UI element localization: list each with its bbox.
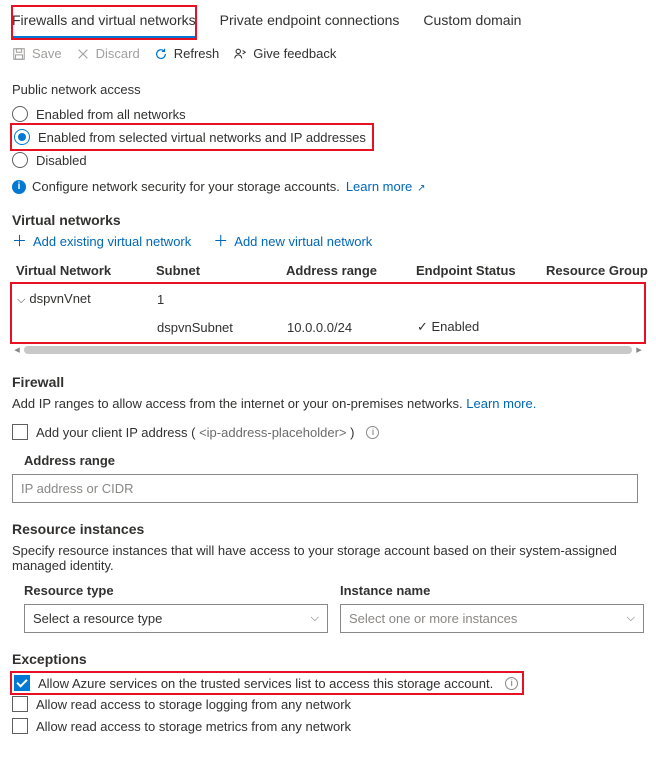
checkbox-icon (14, 675, 30, 691)
resource-type-value: Select a resource type (33, 611, 162, 626)
add-new-vnet-button[interactable]: ＋ Add new virtual network (213, 234, 372, 249)
plus-icon: ＋ (12, 234, 27, 249)
save-button[interactable]: Save (12, 46, 62, 61)
horizontal-scrollbar[interactable]: ◂ ▸ (12, 344, 644, 356)
resources-desc: Specify resource instances that will hav… (12, 543, 644, 573)
chevron-down-icon: ⌵ (311, 612, 319, 625)
radio-selected-networks[interactable]: Enabled from selected virtual networks a… (12, 125, 372, 149)
external-icon: ↗ (414, 183, 425, 194)
close-icon (76, 47, 90, 61)
radio-icon (12, 152, 28, 168)
feedback-icon (233, 47, 247, 61)
instance-name-dropdown[interactable]: Select one or more instances ⌵ (340, 604, 644, 633)
checkbox-icon (12, 718, 28, 734)
exception-logging-row[interactable]: Allow read access to storage logging fro… (12, 693, 644, 715)
checkbox-icon (12, 424, 28, 440)
client-ip-value: <ip-address-placeholder> (199, 425, 346, 440)
scroll-right-icon: ▸ (634, 344, 644, 356)
chevron-down-icon: ⌵ (627, 612, 635, 625)
address-cell: 10.0.0.0/24 (287, 320, 417, 335)
exception-trusted-row[interactable]: Allow Azure services on the trusted serv… (12, 673, 522, 693)
radio-icon (14, 129, 30, 145)
radio-disabled[interactable]: Disabled (12, 149, 644, 171)
radio-icon (12, 106, 28, 122)
address-range-label: Address range (24, 453, 644, 468)
save-label: Save (32, 46, 62, 61)
scroll-track (24, 346, 632, 354)
col-endpoint: Endpoint Status (416, 263, 546, 278)
scroll-left-icon: ◂ (12, 344, 22, 356)
add-new-label: Add new virtual network (234, 234, 372, 249)
add-client-ip-checkbox-row[interactable]: Add your client IP address ( <ip-address… (12, 421, 644, 443)
resources-row: Resource type Select a resource type ⌵ I… (12, 583, 644, 633)
info-text: Configure network security for your stor… (32, 179, 340, 194)
subnet-cell: dspvnSubnet (157, 320, 287, 335)
vnet-name: dspvnVnet (29, 291, 90, 306)
firewall-learn-more-link[interactable]: Learn more. (466, 396, 536, 411)
resource-type-label: Resource type (24, 583, 328, 598)
vnet-add-row: ＋ Add existing virtual network ＋ Add new v… (12, 234, 644, 249)
add-client-prefix: Add your client IP address ( (36, 425, 199, 440)
refresh-button[interactable]: Refresh (154, 46, 220, 61)
resources-heading: Resource instances (12, 521, 644, 537)
tabs-bar: Firewalls and virtual networks Private e… (0, 0, 656, 40)
info-row: i Configure network security for your st… (12, 179, 644, 194)
discard-button[interactable]: Discard (76, 46, 140, 61)
firewall-desc: Add IP ranges to allow access from the i… (12, 396, 644, 411)
discard-label: Discard (96, 46, 140, 61)
vnet-name-cell: ⌵ dspvnVnet (17, 291, 157, 307)
table-row[interactable]: ⌵ dspvnVnet 1 (13, 285, 643, 313)
info-circle-icon[interactable]: i (505, 677, 518, 690)
tab-private-endpoints[interactable]: Private endpoint connections (220, 6, 400, 39)
resource-type-dropdown[interactable]: Select a resource type ⌵ (24, 604, 328, 633)
col-rg: Resource Group (546, 263, 656, 278)
subnet-count-cell: 1 (157, 292, 287, 307)
add-existing-label: Add existing virtual network (33, 234, 191, 249)
table-row[interactable]: dspvnSubnet 10.0.0.0/24 Enabled (13, 313, 643, 341)
tab-firewalls[interactable]: Firewalls and virtual networks (12, 6, 196, 39)
radio-disabled-label: Disabled (36, 153, 87, 168)
col-subnet: Subnet (156, 263, 286, 278)
add-existing-vnet-button[interactable]: ＋ Add existing virtual network (12, 234, 191, 249)
toolbar: Save Discard Refresh Give feedback (0, 40, 656, 68)
feedback-button[interactable]: Give feedback (233, 46, 336, 61)
chevron-down-icon: ⌵ (17, 294, 25, 307)
radio-all-networks[interactable]: Enabled from all networks (12, 103, 644, 125)
vnet-table: Virtual Network Subnet Address range End… (12, 257, 644, 342)
exception-metrics-label: Allow read access to storage metrics fro… (36, 719, 351, 734)
refresh-label: Refresh (174, 46, 220, 61)
exception-metrics-row[interactable]: Allow read access to storage metrics fro… (12, 715, 644, 737)
feedback-label: Give feedback (253, 46, 336, 61)
exception-logging-label: Allow read access to storage logging fro… (36, 697, 351, 712)
tab-custom-domain[interactable]: Custom domain (423, 6, 521, 39)
firewall-heading: Firewall (12, 374, 644, 390)
save-icon (12, 47, 26, 61)
refresh-icon (154, 47, 168, 61)
checkbox-icon (12, 696, 28, 712)
col-address: Address range (286, 263, 416, 278)
add-client-suffix: ) (347, 425, 355, 440)
add-client-ip-label: Add your client IP address ( <ip-address… (36, 425, 354, 440)
vnet-table-header: Virtual Network Subnet Address range End… (12, 257, 644, 284)
vnet-row-group: ⌵ dspvnVnet 1 dspvnSubnet 10.0.0.0/24 Ena… (12, 284, 644, 342)
learn-more-label: Learn more (346, 179, 412, 194)
exceptions-heading: Exceptions (12, 651, 644, 667)
vnet-heading: Virtual networks (12, 212, 644, 228)
learn-more-link[interactable]: Learn more ↗ (346, 179, 426, 194)
endpoint-cell: Enabled (417, 319, 547, 335)
info-icon: i (12, 180, 26, 194)
public-access-heading: Public network access (12, 82, 644, 97)
instance-name-label: Instance name (340, 583, 644, 598)
firewall-desc-text: Add IP ranges to allow access from the i… (12, 396, 463, 411)
plus-icon: ＋ (213, 234, 228, 249)
col-network: Virtual Network (16, 263, 156, 278)
exception-trusted-label: Allow Azure services on the trusted serv… (38, 676, 493, 691)
instance-name-value: Select one or more instances (349, 611, 517, 626)
radio-all-label: Enabled from all networks (36, 107, 186, 122)
info-circle-icon[interactable]: i (366, 426, 379, 439)
radio-selected-label: Enabled from selected virtual networks a… (38, 130, 366, 145)
address-range-input[interactable] (12, 474, 638, 503)
